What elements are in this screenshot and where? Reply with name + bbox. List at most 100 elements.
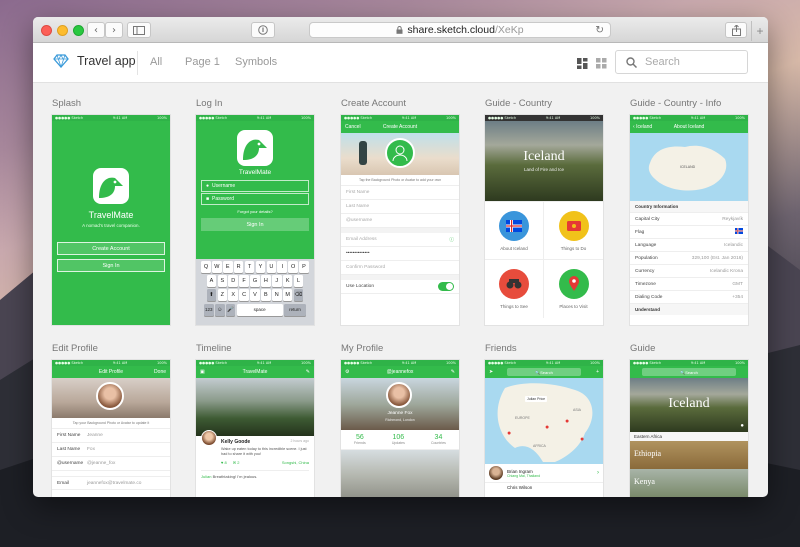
- key-p[interactable]: P: [299, 261, 309, 273]
- key-m[interactable]: M: [282, 289, 293, 302]
- reader-button[interactable]: [251, 22, 275, 38]
- nav-all[interactable]: All: [150, 56, 162, 68]
- key-q[interactable]: Q: [201, 261, 211, 273]
- zoom-window-button[interactable]: [73, 25, 84, 36]
- like-count[interactable]: ♥ 8: [221, 460, 227, 465]
- forward-button[interactable]: ›: [105, 22, 123, 38]
- camera-icon[interactable]: ▣: [200, 369, 205, 375]
- author-avatar[interactable]: [201, 430, 217, 446]
- key-y[interactable]: Y: [255, 261, 266, 273]
- back-button[interactable]: ‹ Iceland: [633, 124, 652, 130]
- confirm-password-field[interactable]: Confirm Password: [341, 261, 459, 275]
- artboard-guide[interactable]: ●●●●● Sketch 9:41 AM 100% 🔍 Search Iceland…: [630, 360, 748, 497]
- avatar[interactable]: [96, 382, 124, 410]
- space-key[interactable]: space: [236, 303, 283, 316]
- address-bar[interactable]: share.sketch.cloud/XeKp ↻: [309, 22, 611, 38]
- artboard-edit-profile[interactable]: ●●●●● Sketch 9:41 AM 100% Edit Profile Done…: [52, 360, 170, 497]
- artboard-guide-info[interactable]: ●●●●● Sketch 9:41 AM 100% ‹ Iceland About I…: [630, 115, 748, 325]
- numbers-key[interactable]: 123: [204, 303, 214, 316]
- map-pin-label[interactable]: Julian Price: [525, 396, 548, 402]
- guide-search[interactable]: 🔍 Search: [642, 368, 736, 376]
- artboard-my-profile[interactable]: ●●●●● Sketch 9:41 AM 100% ⚙ @jeannefox ✎ Jea…: [341, 360, 459, 497]
- key-s[interactable]: S: [217, 275, 228, 288]
- key-n[interactable]: N: [271, 289, 282, 302]
- cover-photo[interactable]: [52, 378, 170, 418]
- sidebar-toggle-button[interactable]: [127, 22, 151, 38]
- create-account-button[interactable]: Create Account: [57, 242, 165, 255]
- emoji-key[interactable]: ☺: [214, 303, 225, 316]
- key-a[interactable]: A: [206, 275, 217, 288]
- artboard-splash[interactable]: ●●●●● Sketch 9:41 AM 100% TravelMate A nom…: [52, 115, 170, 325]
- avatar[interactable]: [386, 382, 412, 408]
- email-field[interactable]: Email Address ⓘ: [341, 233, 459, 247]
- brand[interactable]: Travel app: [53, 54, 136, 68]
- profile-field[interactable]: First Name Jeanne: [52, 429, 170, 443]
- nav-page-1[interactable]: Page 1: [185, 56, 220, 68]
- map-pin[interactable]: ●: [565, 418, 569, 425]
- delete-key[interactable]: ⌫: [293, 289, 304, 302]
- compose-icon[interactable]: ✎: [306, 369, 310, 375]
- key-k[interactable]: K: [282, 275, 293, 288]
- key-t[interactable]: T: [244, 261, 255, 273]
- tile-things-to-do[interactable]: Things to Do: [544, 202, 603, 260]
- shift-key[interactable]: ⬆: [206, 289, 217, 302]
- profile-stat[interactable]: 56 Friends: [354, 434, 366, 445]
- friend-row[interactable]: Chris Wilson: [485, 483, 603, 492]
- username-field[interactable]: @username: [341, 214, 459, 228]
- key-j[interactable]: J: [271, 275, 282, 288]
- key-i[interactable]: I: [277, 261, 288, 273]
- profile-field[interactable]: Last Name Fox: [52, 443, 170, 457]
- location-toggle[interactable]: [438, 282, 454, 291]
- avatar-placeholder[interactable]: [385, 138, 415, 168]
- comment-author[interactable]: Julian: [201, 474, 211, 479]
- key-h[interactable]: H: [261, 275, 271, 288]
- friends-search[interactable]: 🔍 Search: [507, 368, 581, 376]
- grid-large-view-icon[interactable]: [577, 58, 588, 69]
- tile-about[interactable]: About Iceland: [485, 202, 544, 260]
- location-icon[interactable]: ➤: [489, 369, 493, 375]
- map-pin[interactable]: ●: [545, 424, 549, 431]
- minimize-window-button[interactable]: [57, 25, 68, 36]
- artboard-login[interactable]: ●●●●● Sketch 9:41 AM 100% TravelMate ● User…: [196, 115, 314, 325]
- key-o[interactable]: O: [288, 261, 298, 273]
- key-c[interactable]: C: [239, 289, 249, 302]
- region-kenya[interactable]: Kenya: [630, 469, 748, 497]
- last-name-field[interactable]: Last Name: [341, 200, 459, 214]
- key-v[interactable]: V: [250, 289, 260, 302]
- mic-key[interactable]: 🎤: [225, 303, 236, 316]
- close-window-button[interactable]: [41, 25, 52, 36]
- add-friend-icon[interactable]: +: [596, 369, 599, 375]
- new-tab-button[interactable]: +: [751, 21, 768, 41]
- region-ethiopia[interactable]: Ethiopia: [630, 441, 748, 469]
- sign-in-button[interactable]: Sign In: [57, 259, 165, 272]
- key-f[interactable]: F: [239, 275, 249, 288]
- key-x[interactable]: X: [228, 289, 239, 302]
- edit-icon[interactable]: ✎: [451, 369, 455, 375]
- cover-photo[interactable]: [341, 133, 459, 175]
- key-w[interactable]: W: [212, 261, 222, 273]
- username-field[interactable]: ● Username: [201, 180, 309, 192]
- share-button[interactable]: [725, 22, 747, 38]
- comment-count[interactable]: ✉ 2: [233, 460, 240, 465]
- password-field[interactable]: ■ Password: [201, 193, 309, 205]
- author-name[interactable]: Kelly Goode: [221, 439, 250, 445]
- cancel-button[interactable]: Cancel: [345, 124, 361, 130]
- key-z[interactable]: Z: [217, 289, 228, 302]
- key-g[interactable]: G: [250, 275, 260, 288]
- profile-stat[interactable]: 106 Updates: [392, 434, 405, 445]
- map-pin[interactable]: ●: [580, 436, 584, 443]
- tile-places-to-visit[interactable]: Places to Visit: [544, 260, 603, 318]
- sign-in-button[interactable]: Sign In: [201, 218, 309, 231]
- guide-hero[interactable]: Iceland ●: [630, 378, 748, 432]
- nav-symbols[interactable]: Symbols: [235, 56, 277, 68]
- settings-icon[interactable]: ⚙: [345, 369, 349, 375]
- forgot-link[interactable]: Forgot your details?: [196, 209, 314, 214]
- password-field[interactable]: ••••••••••••••: [341, 247, 459, 261]
- artboard-create-account[interactable]: ●●●●● Sketch 9:41 AM 100% Cancel Create Acc…: [341, 115, 459, 325]
- search-input[interactable]: Search: [615, 50, 748, 74]
- key-l[interactable]: L: [293, 275, 304, 288]
- artboard-timeline[interactable]: ●●●●● Sketch 9:41 AM 100% ▣ TravelMate ✎ Kel…: [196, 360, 314, 497]
- profile-field[interactable]: @username @jeanne_fox: [52, 457, 170, 471]
- profile-stat[interactable]: 34 Countries: [431, 434, 446, 445]
- key-u[interactable]: U: [266, 261, 277, 273]
